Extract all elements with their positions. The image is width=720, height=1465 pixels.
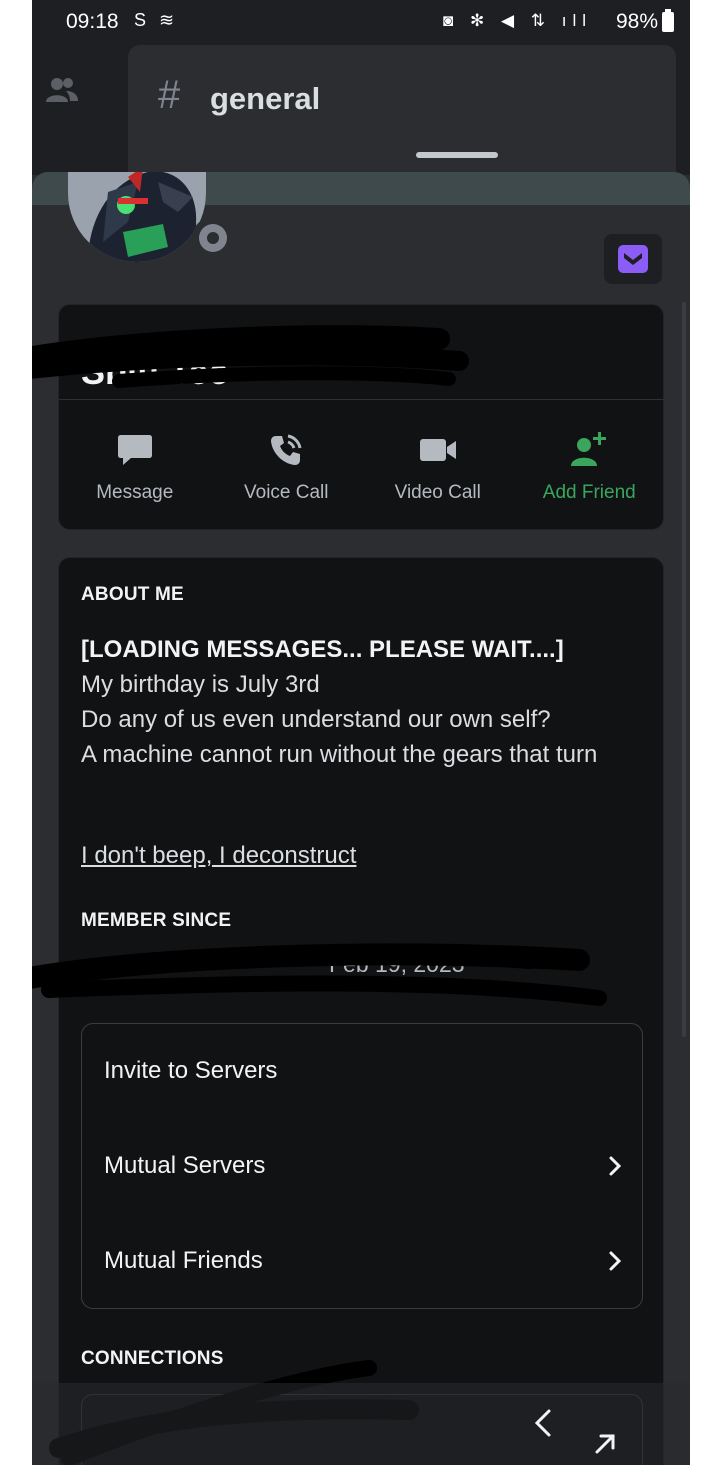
add-friend-icon xyxy=(569,430,609,470)
mutual-friends-label: Mutual Friends xyxy=(104,1247,263,1274)
about-link[interactable]: I don't beep, I deconstruct xyxy=(81,842,356,870)
voice-call-label: Voice Call xyxy=(244,482,329,503)
status-left-icons: S ≋ xyxy=(134,10,179,30)
status-indicator xyxy=(192,217,234,259)
sheet-drag-handle[interactable] xyxy=(416,152,498,158)
system-nav-bar xyxy=(32,1383,690,1465)
profile-actions: Message Voice Call Video Call Add Friend xyxy=(59,400,665,530)
message-button[interactable]: Message xyxy=(59,400,211,530)
about-headline: [LOADING MESSAGES... PLEASE WAIT....] xyxy=(81,636,564,663)
video-call-button[interactable]: Video Call xyxy=(362,400,514,530)
expand-icon[interactable] xyxy=(592,1431,618,1457)
phone-screen: 09:18 S ≋ ◙ ✻ ◀ ⇅ ıll 98% # general Sbit… xyxy=(32,0,690,1465)
about-line: Do any of us even understand our own sel… xyxy=(81,706,551,733)
avatar[interactable] xyxy=(64,172,234,274)
add-friend-button[interactable]: Add Friend xyxy=(514,400,666,530)
chevron-right-icon xyxy=(609,1156,622,1176)
offline-status-icon xyxy=(199,224,227,252)
mutual-friends-item[interactable]: Mutual Friends xyxy=(82,1214,644,1308)
channel-name[interactable]: general xyxy=(210,81,320,117)
profile-header-card: Sbitl Tec Message Voice Call Video Call … xyxy=(32,304,665,530)
about-me-text: [LOADING MESSAGES... PLEASE WAIT....] My… xyxy=(81,632,641,772)
channel-hash-icon: # xyxy=(158,73,181,117)
message-icon xyxy=(115,430,155,470)
about-card: ABOUT ME [LOADING MESSAGES... PLEASE WAI… xyxy=(32,557,664,1465)
channel-panel: # general xyxy=(128,45,676,175)
add-friend-label: Add Friend xyxy=(542,482,636,503)
mutual-servers-label: Mutual Servers xyxy=(104,1152,266,1179)
chevron-right-icon xyxy=(609,1251,622,1271)
avatar-image xyxy=(68,172,206,262)
nitro-icon xyxy=(618,245,648,273)
mutual-servers-item[interactable]: Mutual Servers xyxy=(82,1119,644,1213)
status-bar: 09:18 S ≋ ◙ ✻ ◀ ⇅ ıll 98% xyxy=(32,0,690,45)
profile-sheet: Sbitl Tec Message Voice Call Video Call … xyxy=(32,172,690,1465)
message-label: Message xyxy=(96,482,174,503)
redaction-scribble xyxy=(32,943,607,1006)
profile-menu: Invite to Servers Mutual Servers Mutual … xyxy=(81,1023,643,1309)
status-time: 09:18 xyxy=(66,10,119,33)
status-right-icons: ◙ ✻ ◀ ⇅ ıll xyxy=(443,11,592,30)
server-sidebar xyxy=(32,45,112,175)
friends-icon[interactable] xyxy=(44,75,80,105)
phone-icon xyxy=(266,430,306,470)
battery-percent: 98% xyxy=(615,10,658,33)
video-call-label: Video Call xyxy=(394,482,481,503)
avatar-image-frame xyxy=(68,172,206,262)
battery-icon xyxy=(662,9,674,32)
about-line: A machine cannot run without the gears t… xyxy=(81,741,598,768)
video-icon xyxy=(418,430,458,470)
invite-to-servers-item[interactable]: Invite to Servers xyxy=(82,1024,644,1118)
about-line: My birthday is July 3rd xyxy=(81,671,320,698)
battery-indicator: 98% xyxy=(615,9,674,34)
voice-call-button[interactable]: Voice Call xyxy=(211,400,363,530)
scrollbar[interactable] xyxy=(682,302,686,1037)
back-icon[interactable] xyxy=(532,1407,554,1439)
redaction-scribble xyxy=(32,325,469,388)
about-me-heading: ABOUT ME xyxy=(81,584,184,605)
nitro-badge[interactable] xyxy=(604,234,662,284)
invite-to-servers-label: Invite to Servers xyxy=(104,1057,278,1084)
channel-header-background: # general xyxy=(32,45,690,175)
